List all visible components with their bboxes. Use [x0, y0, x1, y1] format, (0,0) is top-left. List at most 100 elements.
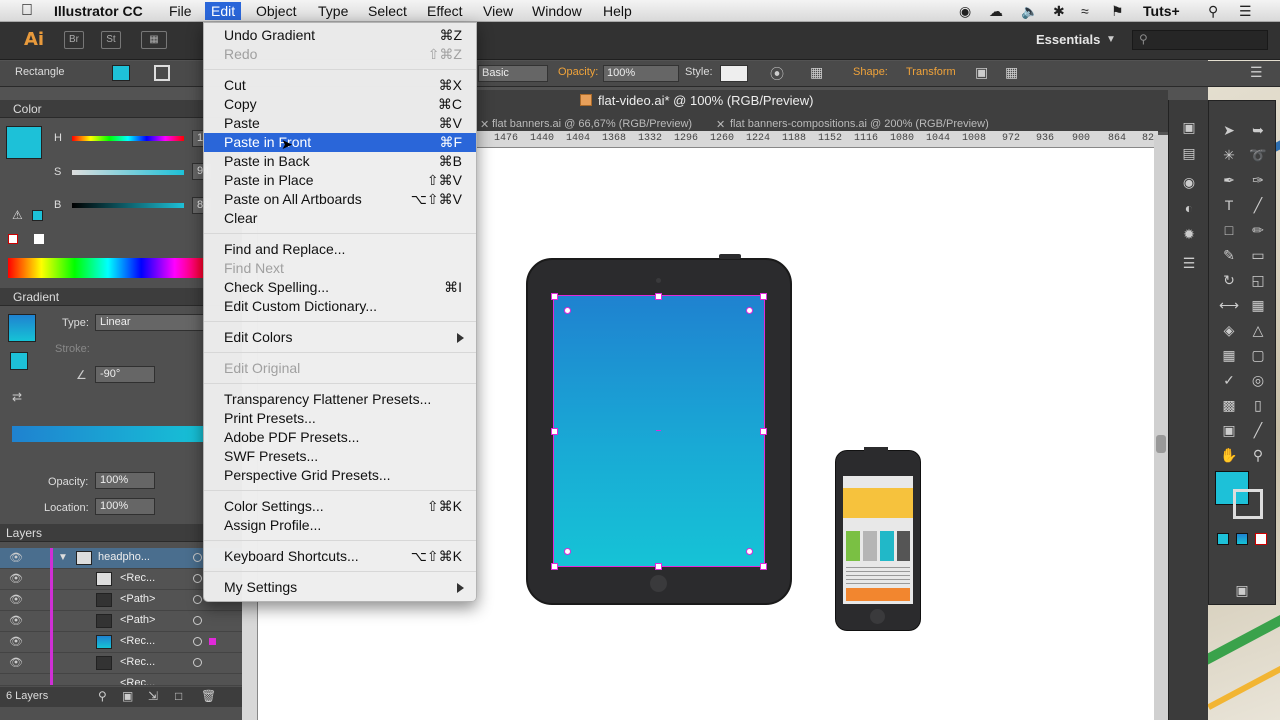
layer-name[interactable]: <Path> — [120, 593, 155, 605]
pen-tool-icon[interactable]: ✒ — [1218, 169, 1240, 191]
fill-swatch[interactable] — [112, 65, 130, 81]
corner-widget[interactable] — [746, 548, 753, 555]
opacity-field[interactable]: 100% — [603, 65, 679, 82]
menu-item-assign-profile[interactable]: Assign Profile... — [204, 516, 476, 535]
menu-edit[interactable]: Edit — [205, 2, 242, 20]
menu-item-edit-colors[interactable]: Edit Colors — [204, 328, 476, 347]
arrange-documents-icon[interactable]: ▦ — [141, 31, 167, 49]
recolor-icon[interactable]: ⦿ — [770, 64, 784, 84]
selection-tool-icon[interactable]: ➤ — [1218, 119, 1240, 141]
line-tool-icon[interactable]: ╱ — [1247, 194, 1269, 216]
menu-item-paste-in-back[interactable]: Paste in Back ⌘B — [204, 152, 476, 171]
hue-slider[interactable] — [72, 136, 184, 141]
gradient-tool-icon[interactable]: ▢ — [1247, 344, 1269, 366]
brightness-slider[interactable] — [72, 203, 184, 208]
layer-row[interactable]: 👁 <Rec... — [0, 632, 242, 653]
menu-type[interactable]: Type — [318, 2, 348, 20]
color-fill-swatch[interactable] — [6, 126, 42, 159]
vertical-scrollbar[interactable] — [1154, 135, 1168, 720]
symbols-icon[interactable]: ✹ — [1178, 223, 1200, 245]
new-sublayer-icon[interactable]: ⇲ — [148, 689, 158, 703]
menu-window[interactable]: Window — [532, 2, 582, 20]
selection-handle[interactable] — [551, 293, 558, 300]
target-circle-icon[interactable] — [193, 553, 202, 562]
clipping-mask-icon[interactable]: ▣ — [122, 689, 133, 703]
artboard-tool-icon[interactable]: ▣ — [1218, 419, 1240, 441]
gradient-mode-icon[interactable] — [1236, 533, 1248, 545]
scroll-thumb[interactable] — [1156, 435, 1166, 453]
wifi-icon[interactable]: ≈ — [1081, 3, 1089, 19]
target-circle-icon[interactable] — [193, 658, 202, 667]
menu-file[interactable]: File — [169, 2, 192, 20]
free-transform-icon[interactable]: ▦ — [1247, 294, 1269, 316]
menu-item-color-settings[interactable]: Color Settings... ⇧⌘K — [204, 497, 476, 516]
target-circle-icon[interactable] — [193, 595, 202, 604]
column-graph-icon[interactable]: ▯ — [1247, 394, 1269, 416]
layer-name[interactable]: <Rec... — [120, 572, 155, 584]
target-circle-icon[interactable] — [193, 616, 202, 625]
menu-view[interactable]: View — [483, 2, 513, 20]
visibility-eye-icon[interactable]: 👁 — [9, 635, 23, 648]
eyedropper-icon[interactable]: ✓ — [1218, 369, 1240, 391]
opacity-link[interactable]: Opacity: — [558, 66, 598, 78]
mesh-tool-icon[interactable]: ▦ — [1218, 344, 1240, 366]
menu-item-keyboard-shortcuts[interactable]: Keyboard Shortcuts... ⌥⇧⌘K — [204, 547, 476, 566]
menu-item-check-spelling[interactable]: Check Spelling... ⌘I — [204, 278, 476, 297]
stock-button[interactable]: St — [101, 31, 121, 49]
menu-object[interactable]: Object — [256, 2, 296, 20]
gradient-location-field[interactable]: 100% — [95, 498, 155, 515]
layer-row[interactable]: 👁 <Rec... — [0, 653, 242, 674]
isolate-icon[interactable]: ▣ — [975, 64, 988, 81]
appearance-icon[interactable]: ◉ — [1178, 171, 1200, 193]
layer-name[interactable]: <Path> — [120, 614, 155, 626]
eraser-icon[interactable]: ▭ — [1247, 244, 1269, 266]
stroke-swatch[interactable] — [154, 65, 170, 81]
blend-tool-icon[interactable]: ◎ — [1247, 369, 1269, 391]
none-mode-icon[interactable] — [1255, 533, 1267, 545]
layer-name[interactable]: <Rec... — [120, 677, 155, 685]
rotate-tool-icon[interactable]: ↻ — [1218, 269, 1240, 291]
slice-tool-icon[interactable]: ╱ — [1247, 419, 1269, 441]
align-panel-icon[interactable]: ▤ — [1178, 142, 1200, 164]
menu-item-undo-gradient[interactable]: Undo Gradient ⌘Z — [204, 26, 476, 45]
menu-item-paste-in-place[interactable]: Paste in Place ⇧⌘V — [204, 171, 476, 190]
menu-item-print-presets[interactable]: Print Presets... — [204, 409, 476, 428]
transparency-icon[interactable]: ◐ — [1178, 197, 1200, 219]
menu-item-copy[interactable]: Copy ⌘C — [204, 95, 476, 114]
gradient-slider[interactable] — [12, 426, 208, 442]
gradient-thumbnail[interactable] — [8, 314, 36, 342]
app-menu[interactable]: Illustrator CC — [54, 2, 143, 20]
menu-item-find-next[interactable]: Find Next — [204, 259, 476, 278]
selection-handle[interactable] — [760, 428, 767, 435]
layer-name[interactable]: headpho... — [98, 551, 150, 563]
selection-indicator[interactable] — [209, 638, 216, 645]
cloud-icon[interactable]: ☁ — [989, 3, 1003, 20]
selection-handle[interactable] — [655, 563, 662, 570]
visibility-eye-icon[interactable]: 👁 — [9, 551, 23, 564]
menu-help[interactable]: Help — [603, 2, 632, 20]
bridge-button[interactable]: Br — [64, 31, 84, 49]
selection-handle[interactable] — [551, 428, 558, 435]
menu-item-cut[interactable]: Cut ⌘X — [204, 76, 476, 95]
bluetooth-icon[interactable]: ✱ — [1053, 3, 1065, 20]
menu-item-my-settings[interactable]: My Settings — [204, 578, 476, 597]
saturation-slider[interactable] — [72, 170, 184, 175]
menu-select[interactable]: Select — [368, 2, 407, 20]
layer-name[interactable]: <Rec... — [120, 656, 155, 668]
menu-item-paste-in-front[interactable]: Paste in Front ⌘F — [204, 133, 476, 152]
color-spectrum-bar[interactable] — [8, 258, 208, 278]
type-tool-icon[interactable]: T — [1218, 194, 1240, 216]
symbol-sprayer-icon[interactable]: ▩ — [1218, 394, 1240, 416]
layer-name[interactable]: <Rec... — [120, 635, 155, 647]
stroke-color-box[interactable] — [1233, 489, 1263, 519]
pencil-icon[interactable]: ✎ — [1218, 244, 1240, 266]
panel-menu-icon[interactable]: ☰ — [1250, 64, 1263, 81]
white-swatch[interactable] — [34, 234, 44, 244]
selection-handle[interactable] — [760, 563, 767, 570]
apple-icon[interactable]:  — [21, 2, 33, 20]
scale-tool-icon[interactable]: ◱ — [1247, 269, 1269, 291]
menu-item-find-and-replace[interactable]: Find and Replace... — [204, 240, 476, 259]
layer-row[interactable]: <Rec... — [0, 674, 242, 686]
menu-item-swf-presets[interactable]: SWF Presets... — [204, 447, 476, 466]
shape-link[interactable]: Shape: — [853, 66, 888, 78]
